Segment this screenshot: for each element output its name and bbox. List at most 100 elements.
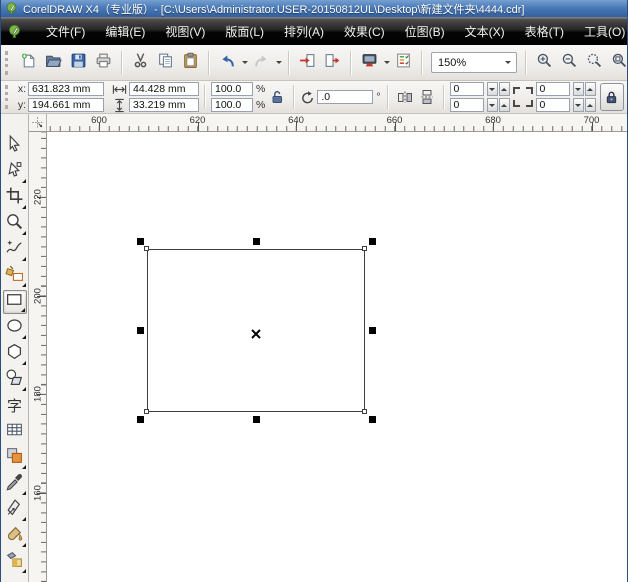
selection-handle-bottom-center[interactable] (252, 415, 260, 423)
nonproportional-scaling-lock-button[interactable] (266, 85, 288, 109)
corner-radius-bottom-right-field[interactable]: 0 (535, 98, 570, 112)
copy-button[interactable] (153, 50, 178, 76)
zoom-combo-dropdown-button[interactable] (500, 53, 516, 72)
menu-item-table[interactable]: 表格(T) (515, 19, 574, 44)
shape-tool[interactable] (3, 160, 27, 184)
interactive-blend-tool[interactable] (3, 446, 27, 470)
application-launcher-button[interactable] (357, 50, 382, 76)
open-button[interactable] (41, 50, 66, 76)
menu-item-edit[interactable]: 编辑(E) (95, 19, 155, 44)
vertical-ruler[interactable]: 220 200 180 160 (29, 132, 47, 582)
object-width-field[interactable]: 44.428 mm (129, 82, 199, 96)
basic-shapes-tool[interactable] (3, 368, 27, 392)
menu-item-file[interactable]: 文件(F) (36, 19, 95, 44)
zoom-level-combo[interactable]: 150% (431, 52, 517, 73)
rectangle-corner-node[interactable] (362, 246, 367, 251)
horizontal-ruler[interactable]: 600 620 640 660 680 700 (47, 114, 627, 132)
print-button[interactable] (91, 50, 116, 76)
scale-vertical-field[interactable]: 100.0 (211, 98, 253, 112)
undo-button[interactable] (215, 50, 240, 76)
export-icon (324, 52, 341, 74)
title-bar[interactable]: CorelDRAW X4（专业版）- [C:\Users\Administrat… (1, 0, 627, 17)
round-corners-together-lock-button[interactable] (599, 83, 624, 111)
spin-down-button[interactable] (572, 82, 584, 96)
spin-down-button[interactable] (572, 98, 584, 112)
selection-handle-bottom-left[interactable] (136, 415, 144, 423)
corner-radius-top-left-field[interactable]: 0 (449, 82, 484, 96)
spin-up-button[interactable] (498, 82, 510, 96)
selection-handle-bottom-right[interactable] (368, 415, 376, 423)
y-position-field[interactable]: 194.661 mm (28, 98, 104, 112)
corner-radius-bottom-left-field[interactable]: 0 (449, 98, 484, 112)
paste-button[interactable] (178, 50, 203, 76)
flyout-indicator (20, 308, 25, 312)
smart-fill-tool[interactable] (3, 264, 27, 288)
spin-down-button[interactable] (486, 82, 498, 96)
x-position-field[interactable]: 631.823 mm (28, 82, 104, 96)
spin-up-button[interactable] (498, 98, 510, 112)
percent-sign: % (256, 83, 266, 95)
menu-item-view[interactable]: 视图(V) (155, 19, 215, 44)
selection-handle-top-right[interactable] (368, 237, 376, 245)
menu-item-text[interactable]: 文本(X) (455, 19, 515, 44)
export-button[interactable] (320, 50, 345, 76)
import-button[interactable] (295, 50, 320, 76)
crop-tool[interactable] (3, 186, 27, 210)
zoom-tool[interactable] (3, 212, 27, 236)
flyout-indicator (21, 569, 26, 573)
undo-dropdown-button[interactable] (240, 50, 249, 76)
new-document-button[interactable] (16, 50, 41, 76)
selection-handle-middle-right[interactable] (368, 327, 376, 334)
table-tool[interactable] (3, 420, 27, 444)
selection-handle-top-left[interactable] (136, 237, 144, 245)
menu-item-bitmaps[interactable]: 位图(B) (395, 19, 455, 44)
polygon-tool[interactable] (3, 342, 27, 366)
menu-item-layout[interactable]: 版面(L) (215, 19, 274, 44)
pick-tool[interactable] (3, 134, 27, 158)
toolbar-grip[interactable] (5, 50, 12, 75)
rectangle-corner-node[interactable] (144, 246, 149, 251)
object-center-marker[interactable] (251, 326, 261, 339)
scale-horizontal-field[interactable]: 100.0 (211, 82, 253, 96)
coreldraw-menu-logo-icon[interactable] (7, 24, 22, 39)
eyedropper-tool[interactable] (3, 472, 27, 496)
drawing-canvas[interactable] (47, 132, 627, 582)
mirror-vertical-button[interactable] (416, 85, 438, 109)
rectangle-tool[interactable] (2, 290, 27, 314)
save-button[interactable] (66, 50, 91, 76)
redo-button[interactable] (249, 50, 274, 76)
cut-button[interactable] (128, 50, 153, 76)
property-bar-grip[interactable] (5, 85, 12, 109)
corner-radius-top-right-field[interactable]: 0 (535, 82, 570, 96)
fill-tool[interactable] (3, 524, 27, 548)
spin-up-button[interactable] (584, 82, 596, 96)
zoom-to-selection-button[interactable] (582, 50, 607, 76)
zoom-in-button[interactable] (532, 50, 557, 76)
application-launcher-dropdown-button[interactable] (382, 50, 391, 76)
text-tool[interactable]: 字 (3, 394, 27, 418)
welcome-screen-button[interactable] (391, 50, 416, 76)
zoom-out-button[interactable] (557, 50, 582, 76)
menu-bar: 文件(F) 编辑(E) 视图(V) 版面(L) 排列(A) 效果(C) 位图(B) 文本(X)… (1, 17, 627, 45)
spin-down-button[interactable] (486, 98, 498, 112)
mirror-horizontal-button[interactable] (394, 85, 416, 109)
spin-up-button[interactable] (584, 98, 596, 112)
menu-item-tools[interactable]: 工具(O) (574, 19, 627, 44)
selection-handle-top-center[interactable] (252, 237, 260, 245)
toolbar-buttons: 150% (16, 50, 627, 76)
zoom-to-page-button[interactable] (607, 50, 627, 76)
selection-handle-middle-left[interactable] (136, 327, 144, 334)
outline-pen-tool[interactable] (3, 498, 27, 522)
object-height-field[interactable]: 33.219 mm (129, 98, 199, 112)
menu-item-arrange[interactable]: 排列(A) (274, 19, 334, 44)
interactive-fill-tool[interactable] (3, 550, 27, 574)
ellipse-tool[interactable] (3, 316, 27, 340)
redo-dropdown-button[interactable] (274, 50, 283, 76)
freehand-tool[interactable] (3, 238, 27, 262)
rectangle-corner-node[interactable] (362, 409, 367, 414)
ruler-origin[interactable] (29, 114, 47, 132)
flyout-indicator (21, 205, 26, 209)
rotation-angle-field[interactable]: .0 (317, 90, 374, 104)
menu-item-effects[interactable]: 效果(C) (334, 19, 395, 44)
rectangle-corner-node[interactable] (144, 409, 149, 414)
